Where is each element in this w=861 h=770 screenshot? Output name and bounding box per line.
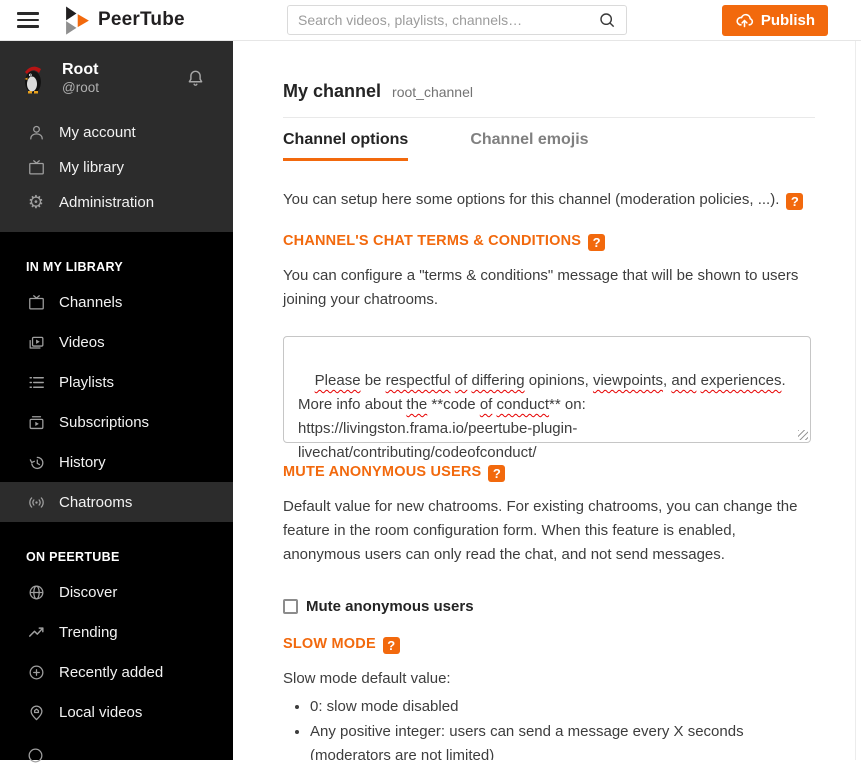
sidebar-item-discover[interactable]: Discover bbox=[0, 572, 233, 612]
terms-textarea[interactable]: Please be respectful of differing opinio… bbox=[283, 336, 811, 461]
sidebar-item-my-account[interactable]: My account bbox=[0, 115, 233, 150]
sidebar-item-local-videos[interactable]: Local videos bbox=[0, 692, 233, 732]
history-icon bbox=[26, 452, 46, 472]
tab-channel-emojis[interactable]: Channel emojis bbox=[470, 118, 588, 161]
mute-heading: MUTE ANONYMOUS USERS? bbox=[283, 464, 815, 482]
help-icon[interactable]: ? bbox=[786, 193, 804, 210]
tab-bar: Channel options Channel emojis bbox=[283, 118, 815, 161]
sidebar-item-label: Trending bbox=[59, 623, 118, 641]
search-box bbox=[287, 5, 627, 35]
publish-button[interactable]: Publish bbox=[721, 5, 828, 36]
intro-text: You can setup here some options for this… bbox=[283, 188, 815, 212]
sidebar-item-label: History bbox=[59, 453, 106, 471]
help-icon[interactable]: ? bbox=[588, 234, 606, 251]
mute-description: Default value for new chatrooms. For exi… bbox=[283, 498, 798, 563]
avatar[interactable] bbox=[16, 61, 50, 95]
globe-icon bbox=[26, 582, 46, 602]
sidebar-library-section: IN MY LIBRARY Channels Videos Playlists … bbox=[0, 232, 233, 770]
main-content: My channel root_channel Channel options … bbox=[233, 41, 861, 760]
user-handle: @root bbox=[62, 80, 99, 95]
section-title: IN MY LIBRARY bbox=[26, 260, 123, 274]
brand-name: PeerTube bbox=[98, 9, 185, 30]
more-icon bbox=[26, 746, 233, 770]
mute-checkbox-row: Mute anonymous users bbox=[283, 598, 815, 615]
peertube-logo[interactable]: PeerTube bbox=[65, 6, 185, 35]
resize-grip[interactable] bbox=[798, 430, 808, 440]
bullet-item: 0: slow mode disabled bbox=[310, 695, 815, 720]
playlist-icon bbox=[26, 372, 46, 392]
sidebar-item-history[interactable]: History bbox=[0, 442, 233, 482]
terms-heading: CHANNEL'S CHAT TERMS & CONDITIONS? bbox=[283, 233, 815, 251]
slow-mode-description: Slow mode default value: bbox=[283, 670, 451, 687]
peertube-logo-icon bbox=[66, 6, 89, 35]
sidebar-item-trending[interactable]: Trending bbox=[0, 612, 233, 652]
sidebar-item-recently-added[interactable]: Recently added bbox=[0, 652, 233, 692]
top-header: PeerTube Publish bbox=[0, 0, 861, 41]
sidebar-item-my-library[interactable]: My library bbox=[0, 150, 233, 185]
tv-icon bbox=[26, 292, 46, 312]
sidebar-item-label: Discover bbox=[59, 583, 118, 601]
sidebar-item-administration[interactable]: ⚙ Administration bbox=[0, 185, 233, 220]
sidebar: Root @root My account My library ⚙ Admin… bbox=[0, 41, 233, 763]
upload-cloud-icon bbox=[736, 13, 753, 28]
slow-mode-heading: SLOW MODE? bbox=[283, 636, 815, 654]
hamburger-menu-icon[interactable] bbox=[17, 12, 39, 28]
user-name: Root bbox=[62, 61, 99, 78]
trending-icon bbox=[26, 622, 46, 642]
sidebar-item-playlists[interactable]: Playlists bbox=[0, 362, 233, 402]
sidebar-item-label: My library bbox=[59, 159, 125, 176]
sidebar-item-label: Channels bbox=[59, 293, 123, 311]
sidebar-item-label: Playlists bbox=[59, 373, 115, 391]
user-icon bbox=[26, 123, 46, 143]
search-input[interactable] bbox=[288, 12, 593, 28]
sidebar-user-block: Root @root My account My library ⚙ Admin… bbox=[0, 41, 233, 232]
mute-anonymous-checkbox[interactable] bbox=[283, 599, 298, 614]
tv-icon bbox=[26, 158, 46, 178]
sidebar-item-label: Recently added bbox=[59, 663, 164, 681]
chatrooms-icon bbox=[26, 492, 46, 512]
terms-description: You can configure a "terms & conditions"… bbox=[283, 267, 799, 308]
sidebar-item-channels[interactable]: Channels bbox=[0, 282, 233, 322]
slow-mode-bullets: 0: slow mode disabled Any positive integ… bbox=[310, 695, 815, 760]
search-icon[interactable] bbox=[597, 10, 617, 30]
sidebar-item-chatrooms[interactable]: Chatrooms bbox=[0, 482, 233, 522]
sidebar-item-label: Subscriptions bbox=[59, 413, 150, 431]
sidebar-item-label: Administration bbox=[59, 194, 155, 211]
tab-channel-options[interactable]: Channel options bbox=[283, 118, 409, 161]
page-title: My channel bbox=[283, 81, 382, 101]
bullet-item: Any positive integer: users can send a m… bbox=[310, 720, 815, 761]
channel-handle: root_channel bbox=[392, 84, 473, 100]
plus-circle-icon bbox=[26, 662, 46, 682]
sidebar-item-label: Videos bbox=[59, 333, 105, 351]
sidebar-item-label: Chatrooms bbox=[59, 493, 133, 511]
videos-icon bbox=[26, 332, 46, 352]
publish-label: Publish bbox=[760, 12, 815, 29]
notification-bell-icon[interactable] bbox=[184, 67, 207, 90]
sidebar-item-label: Local videos bbox=[59, 703, 143, 721]
mute-checkbox-label[interactable]: Mute anonymous users bbox=[306, 598, 474, 615]
help-icon[interactable]: ? bbox=[382, 637, 400, 654]
scrollbar-track-edge[interactable] bbox=[855, 0, 856, 760]
subscriptions-icon bbox=[26, 412, 46, 432]
sidebar-item-subscriptions[interactable]: Subscriptions bbox=[0, 402, 233, 442]
user-meta[interactable]: Root @root bbox=[62, 60, 184, 96]
sidebar-item-videos[interactable]: Videos bbox=[0, 322, 233, 362]
section-title: ON PEERTUBE bbox=[26, 550, 120, 564]
sidebar-item-label: My account bbox=[59, 124, 136, 141]
help-icon[interactable]: ? bbox=[488, 465, 506, 482]
map-pin-icon bbox=[26, 702, 46, 722]
gear-icon: ⚙ bbox=[27, 192, 45, 212]
